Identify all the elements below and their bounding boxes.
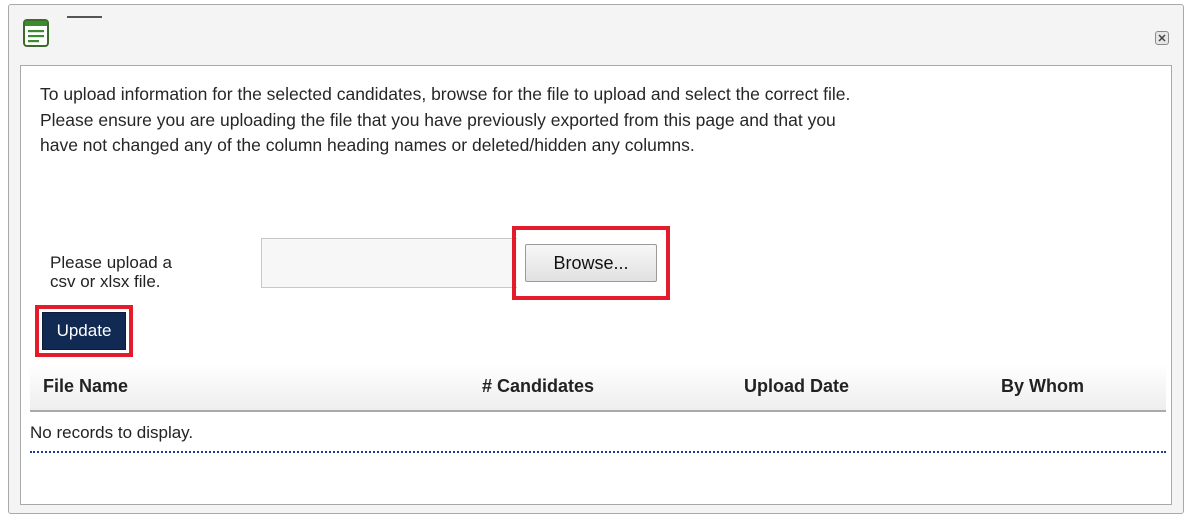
grid-divider <box>30 451 1166 453</box>
instructions-line: To upload information for the selected c… <box>40 84 851 104</box>
uploads-grid-header: File Name # Candidates Upload Date By Wh… <box>30 364 1166 412</box>
dialog-titlebar <box>9 5 1183 63</box>
file-path-field[interactable] <box>261 238 517 288</box>
instructions-text: To upload information for the selected c… <box>40 82 1150 159</box>
instructions-line: Please ensure you are uploading the file… <box>40 109 836 130</box>
no-records-message: No records to display. <box>30 423 194 442</box>
column-header-file-name[interactable]: File Name <box>43 376 128 397</box>
upload-label-line: csv or xlsx file. <box>50 272 161 291</box>
update-button[interactable]: Update <box>42 312 126 350</box>
close-button[interactable] <box>1155 31 1169 45</box>
column-header-upload-date[interactable]: Upload Date <box>744 376 849 397</box>
close-icon <box>1158 34 1166 42</box>
upload-label: Please upload a csv or xlsx file. <box>50 253 220 291</box>
browse-button[interactable]: Browse... <box>525 244 657 282</box>
upload-dialog: To upload information for the selected c… <box>8 4 1184 514</box>
column-header-by-whom[interactable]: By Whom <box>1001 376 1084 397</box>
upload-label-line: Please upload a <box>50 253 172 272</box>
dialog-content: To upload information for the selected c… <box>20 65 1172 505</box>
instructions-line: have not changed any of the column headi… <box>40 135 695 155</box>
column-header-candidates[interactable]: # Candidates <box>482 376 594 397</box>
document-list-icon <box>23 19 49 47</box>
dialog-title <box>67 16 102 18</box>
